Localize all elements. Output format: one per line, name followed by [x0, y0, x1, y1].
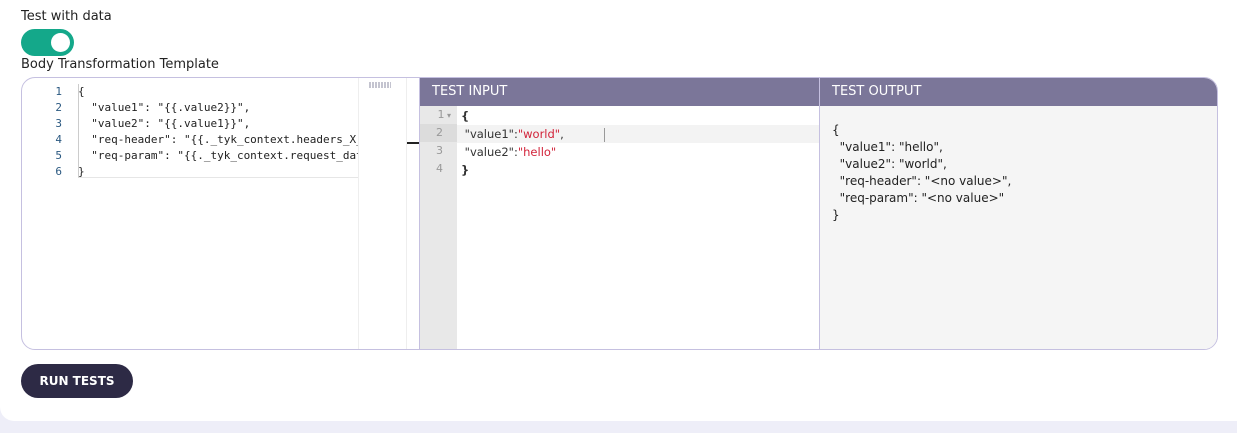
- line-number: 1: [55, 85, 62, 98]
- template-label: Body Transformation Template: [21, 57, 219, 72]
- test-input-line-numbers: 1 ▾ 2 3 4: [420, 106, 457, 349]
- code-line: {: [457, 107, 819, 125]
- line-number: 6: [55, 165, 62, 178]
- fold-icon[interactable]: ▾: [444, 111, 451, 120]
- test-output-text: { "value1": "hello", "value2": "world", …: [832, 123, 1012, 222]
- code-line: }: [457, 161, 819, 179]
- test-with-data-toggle[interactable]: [21, 29, 74, 56]
- run-tests-button[interactable]: RUN TESTS: [21, 364, 133, 398]
- code-line: "req-param": "{{._tyk_context.request_da…: [78, 149, 358, 162]
- code-line: }: [78, 165, 85, 178]
- line-number-text: 3: [436, 144, 443, 157]
- test-with-data-label: Test with data: [21, 9, 112, 24]
- text-cursor: [603, 127, 605, 142]
- token-key: "value1":: [461, 127, 518, 141]
- token-tail: ,: [560, 127, 564, 141]
- line-number: 5: [55, 149, 62, 162]
- minimap[interactable]: [358, 78, 407, 349]
- code-line: "value1":"world",: [457, 125, 819, 143]
- line-number: 2: [55, 101, 62, 114]
- code-line: {: [78, 85, 85, 98]
- line-number-text: 2: [436, 126, 443, 139]
- test-output-pane: TEST OUTPUT { "value1": "hello", "value2…: [819, 78, 1217, 349]
- line-number: 1 ▾: [420, 106, 457, 124]
- transformation-editor: 1 2 3 4 5 6 { "value1": "{{.value2}}", "value…: [21, 77, 1218, 350]
- code-line: "value2":"hello": [457, 143, 819, 161]
- code-line: "req-header": "{{._tyk_context.headers_X…: [78, 133, 358, 146]
- token-key: {: [461, 109, 470, 123]
- token-val: "hello": [517, 145, 557, 159]
- line-number: 4: [55, 133, 62, 146]
- code-line: "value2": "{{.value1}}",: [78, 117, 251, 130]
- minimap-preview: [369, 82, 391, 88]
- page-card: Test with data Body Transformation Templ…: [0, 0, 1237, 421]
- test-output-header: TEST OUTPUT: [820, 78, 1217, 106]
- token-key: "value2":: [461, 145, 518, 159]
- line-number: 3: [420, 142, 457, 160]
- scroll-marker: [407, 142, 419, 144]
- toggle-knob: [51, 33, 70, 52]
- test-input-pane: TEST INPUT 1 ▾ 2 3 4 { "value1":"world", "v…: [419, 78, 819, 349]
- template-editor[interactable]: 1 2 3 4 5 6 { "value1": "{{.value2}}", "value…: [22, 78, 419, 349]
- line-number: 4: [420, 160, 457, 178]
- token-val: "world": [517, 127, 561, 141]
- test-input-header: TEST INPUT: [420, 78, 819, 106]
- code-line: "value1": "{{.value2}}",: [78, 101, 251, 114]
- line-number: 3: [55, 117, 62, 130]
- template-code[interactable]: { "value1": "{{.value2}}", "value2": "{{…: [78, 84, 358, 180]
- line-number-text: 4: [436, 162, 443, 175]
- test-input-editor[interactable]: { "value1":"world", "value2":"hello"}: [457, 107, 819, 179]
- token-key: }: [461, 163, 470, 177]
- line-number: 2: [420, 124, 457, 142]
- template-line-numbers: 1 2 3 4 5 6: [22, 84, 62, 180]
